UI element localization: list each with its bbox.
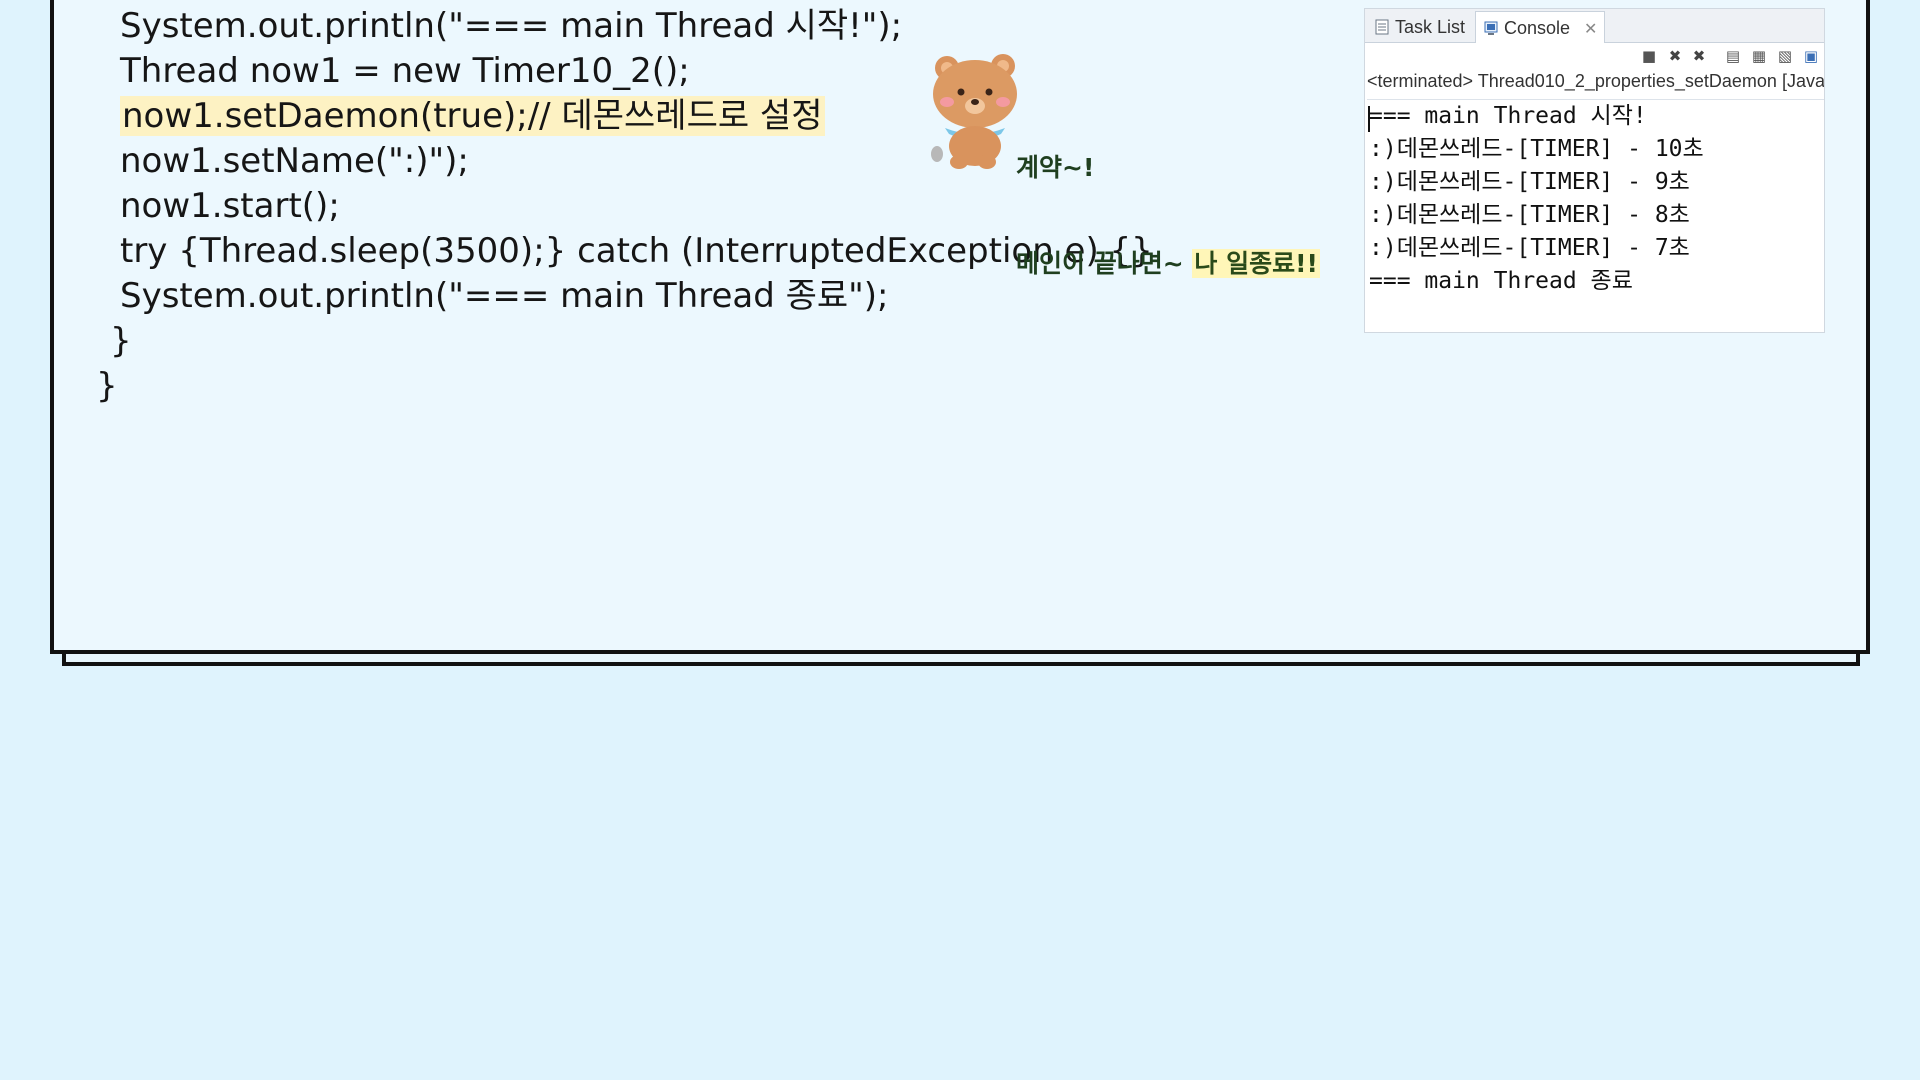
code-line: now1.start();	[120, 186, 340, 226]
console-line: :)데몬쓰레드-[TIMER] - 10초	[1369, 136, 1704, 162]
console-icon	[1484, 21, 1498, 35]
tab-task-list[interactable]: Task List	[1367, 11, 1473, 43]
console-line: :)데몬쓰레드-[TIMER] - 8초	[1369, 202, 1690, 228]
speech-line-2-prefix: 메인이 끝나면~	[1016, 249, 1193, 278]
launch-status: <terminated> Thread010_2_properties_setD…	[1367, 71, 1825, 91]
code-line: }	[96, 366, 118, 406]
code-highlight: now1.setDaemon(true);// 데몬쓰레드로 설정	[120, 96, 825, 136]
view-tab-bar: Task List Console ✕	[1365, 9, 1824, 43]
tab-console[interactable]: Console ✕	[1475, 11, 1605, 43]
code-line: now1.setName(":)");	[120, 141, 469, 181]
code-line: }	[110, 321, 132, 361]
close-icon[interactable]: ✕	[1584, 21, 1597, 38]
console-line: === main Thread 종료	[1369, 268, 1633, 294]
tab-label: Task List	[1395, 17, 1466, 37]
scroll-lock-icon[interactable]: ▦	[1750, 47, 1768, 65]
bear-speech: 계약~! 메인이 끝나면~ 나 일종료!!	[1016, 88, 1320, 312]
console-line: :)데몬쓰레드-[TIMER] - 9초	[1369, 169, 1690, 195]
pin-console-icon[interactable]: ▧	[1776, 47, 1794, 65]
code-line: System.out.println("=== main Thread 시작!"…	[120, 6, 903, 46]
terminate-icon[interactable]: ■	[1640, 47, 1658, 65]
clear-console-icon[interactable]: ▤	[1724, 47, 1742, 65]
display-console-icon[interactable]: ▣	[1802, 47, 1820, 65]
code-line: Thread now1 = new Timer10_2();	[120, 51, 690, 91]
speech-highlight: 나 일종료!!	[1192, 249, 1320, 278]
console-toolbar: ■ ✖ ✖ ▤ ▦ ▧ ▣	[1620, 47, 1820, 69]
bear-sticker-icon	[931, 54, 1017, 169]
speech-line-1: 계약~!	[1016, 153, 1095, 182]
console-line: === main Thread 시작!	[1369, 103, 1647, 129]
code-line-highlighted: now1.setDaemon(true);// 데몬쓰레드로 설정	[120, 94, 825, 138]
console-line: :)데몬쓰레드-[TIMER] - 7초	[1369, 235, 1690, 261]
tab-label: Console	[1504, 18, 1571, 38]
console-panel: Task List Console ✕ ■ ✖ ✖ ▤ ▦ ▧ ▣ <termin…	[1364, 8, 1825, 333]
code-line: System.out.println("=== main Thread 종료")…	[120, 276, 889, 316]
task-list-icon	[1375, 19, 1389, 35]
remove-launch-icon[interactable]: ✖	[1666, 47, 1684, 65]
remove-all-icon[interactable]: ✖	[1690, 47, 1708, 65]
code-line: try {Thread.sleep(3500);} catch (Interru…	[120, 231, 1153, 271]
speech-line-2: 메인이 끝나면~ 나 일종료!!	[1016, 248, 1320, 280]
console-output[interactable]: === main Thread 시작! :)데몬쓰레드-[TIMER] - 10…	[1367, 99, 1824, 332]
